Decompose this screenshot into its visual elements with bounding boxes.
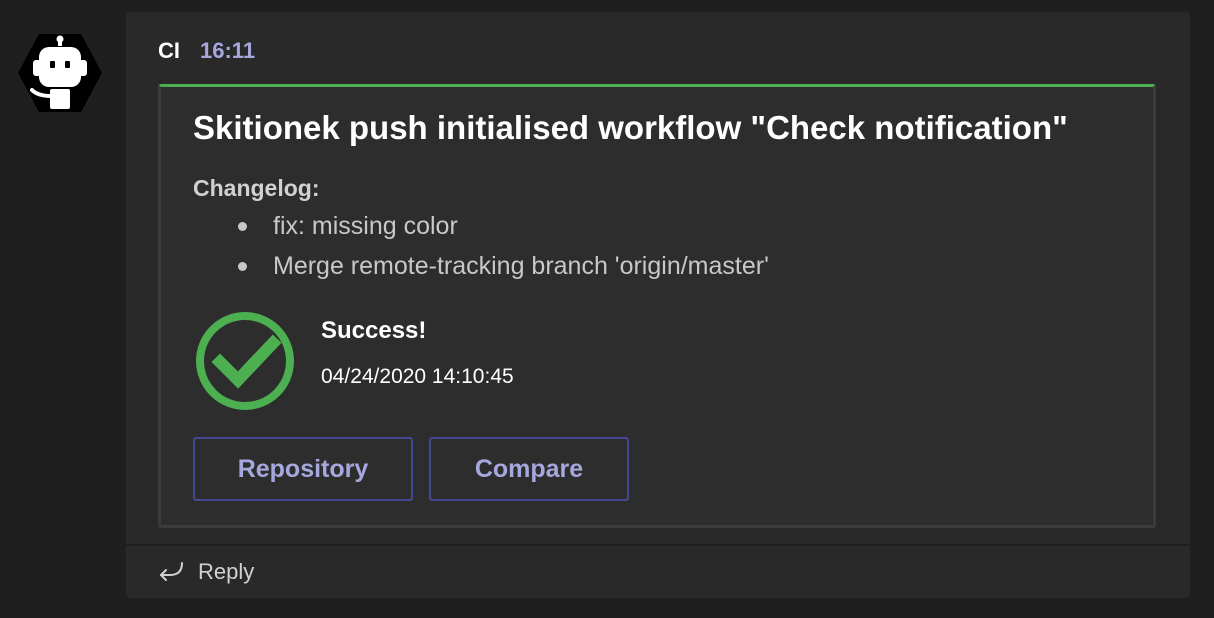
reply-arrow-icon [160,562,183,581]
repository-button[interactable]: Repository [193,437,413,501]
status-title: Success! [321,317,427,344]
robot-icon [18,34,102,112]
message-header: CI 16:11 [158,38,255,64]
chat-message: CI 16:11 Skitionek push initialised work… [126,12,1190,598]
changelog-list: fix: missing color Merge remote-tracking… [193,211,769,291]
changelog-label: Changelog: [193,175,320,201]
status-date: 04/24/2020 14:10:45 [321,365,514,388]
sender-name[interactable]: CI [158,38,180,64]
bullet-icon [238,262,247,271]
changelog-item-text: Merge remote-tracking branch 'origin/mas… [273,252,769,280]
reply-button[interactable]: Reply [126,544,1190,598]
check-circle-icon [196,312,294,410]
changelog-item: fix: missing color [193,211,769,251]
bullet-icon [238,222,247,231]
compare-button[interactable]: Compare [429,437,629,501]
changelog-item: Merge remote-tracking branch 'origin/mas… [193,251,769,291]
message-timestamp: 16:11 [200,38,256,63]
changelog-item-text: fix: missing color [273,212,458,240]
adaptive-card: Skitionek push initialised workflow "Che… [158,84,1156,528]
reply-label: Reply [198,559,255,584]
bot-avatar[interactable] [18,34,102,112]
card-title: Skitionek push initialised workflow "Che… [193,109,1068,146]
